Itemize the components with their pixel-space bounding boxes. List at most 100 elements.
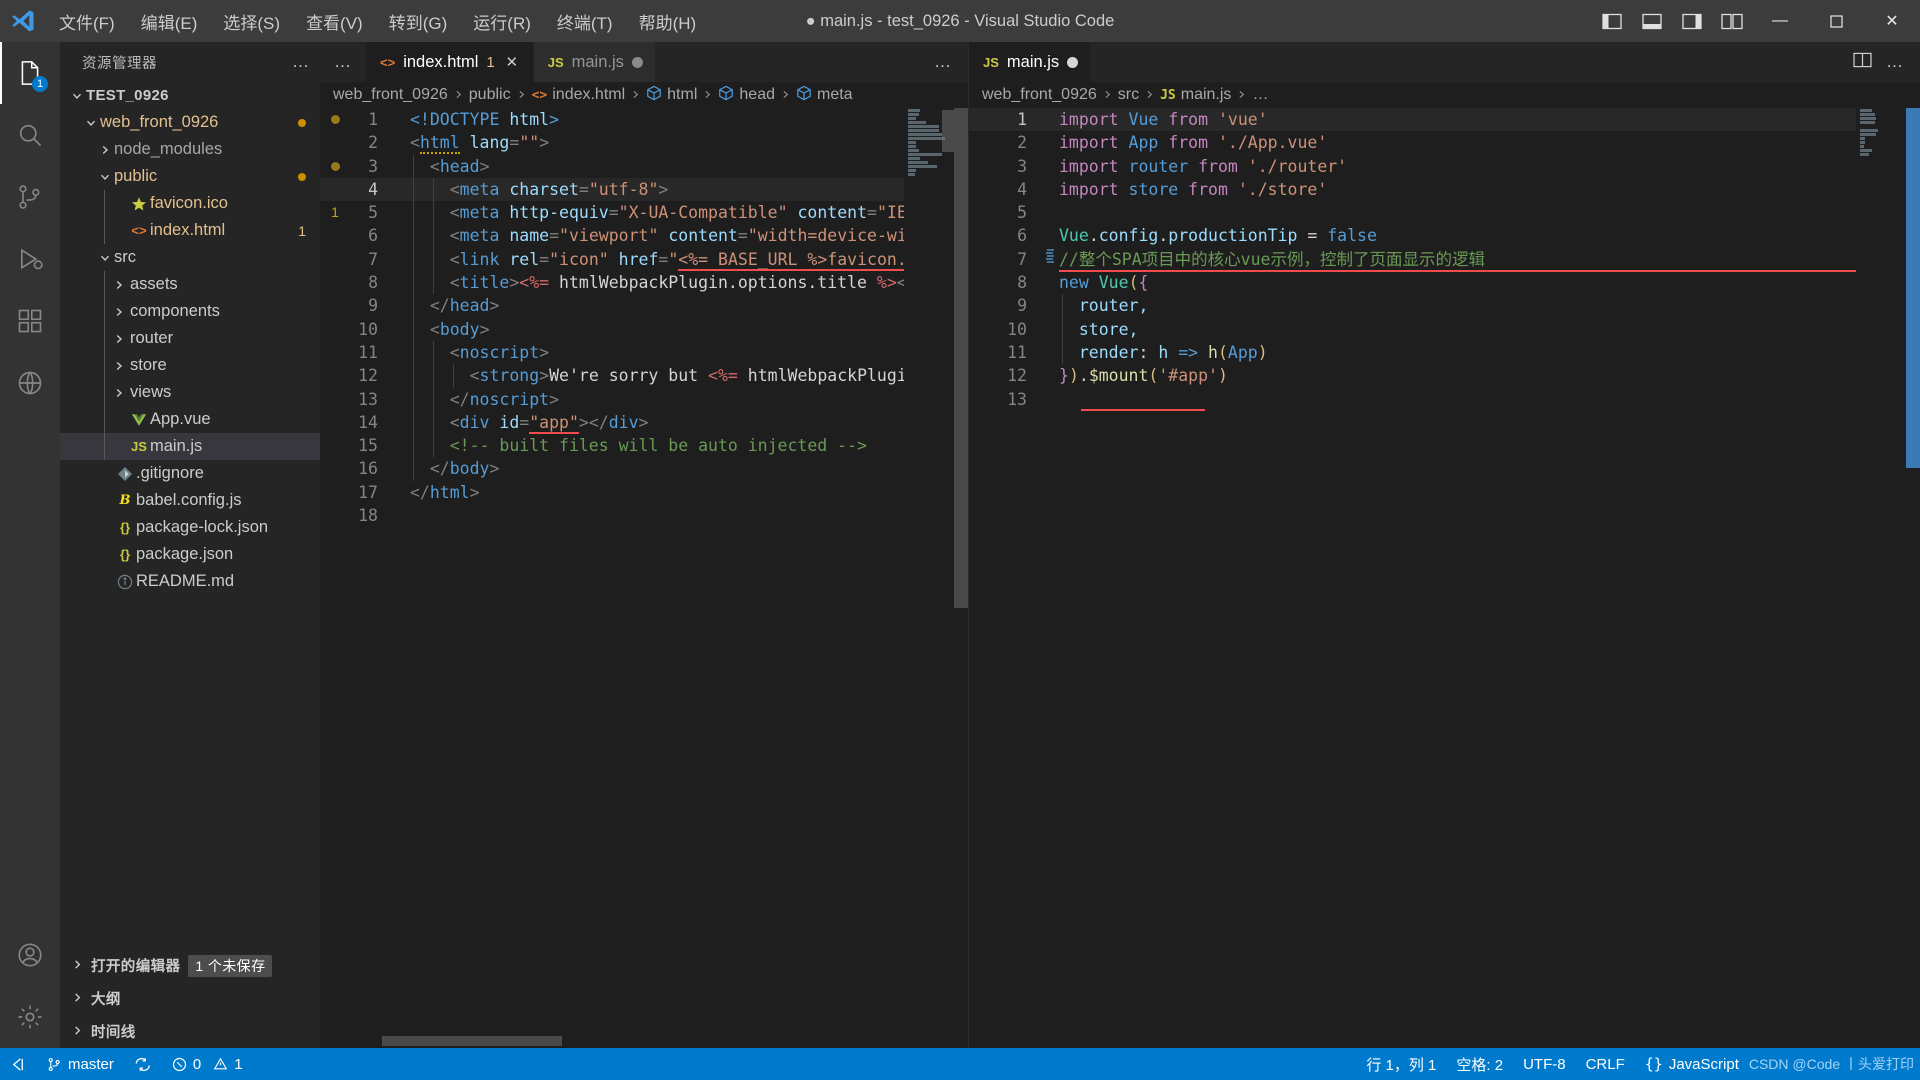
tree-file-item[interactable]: App.vue <box>60 406 320 433</box>
code-editor-left[interactable]: 1 <!DOCTYPE html> 2 <html lang=""> 3 <head> 4… <box>320 108 968 1048</box>
breadcrumb-item[interactable]: web_front_0926 <box>982 86 1097 104</box>
tab-close-icon[interactable]: ✕ <box>503 53 521 71</box>
tree-folder-item[interactable]: views <box>60 379 320 406</box>
tree-file-item[interactable]: favicon.ico <box>60 190 320 217</box>
tree-folder-item[interactable]: components <box>60 298 320 325</box>
status-cursor-position[interactable]: 行 1，列 1 <box>1356 1054 1446 1075</box>
code-line[interactable]: 17 </html> <box>320 481 968 504</box>
tree-file-item[interactable]: .gitignore <box>60 460 320 487</box>
code-line[interactable]: 9 </head> <box>320 294 968 318</box>
code-line[interactable]: 16 </body> <box>320 457 968 481</box>
code-line[interactable]: 6 Vue.config.productionTip = false <box>969 224 1920 247</box>
layout-sidebar-left-icon[interactable] <box>1592 0 1632 42</box>
chevron-down-icon[interactable] <box>96 171 114 183</box>
status-remote-host[interactable] <box>0 1048 37 1080</box>
vertical-scrollbar-left[interactable] <box>954 108 968 1048</box>
more-icon[interactable]: … <box>334 52 352 72</box>
chevron-down-icon[interactable] <box>96 252 114 264</box>
menu-terminal[interactable]: 终端(T) <box>544 0 626 42</box>
layout-sidebar-right-icon[interactable] <box>1672 0 1712 42</box>
activitybar-item-extensions[interactable] <box>0 290 60 352</box>
activitybar-item-remote-explorer[interactable] <box>0 352 60 414</box>
code-line[interactable]: 6 <meta name="viewport" content="width=d… <box>320 224 968 248</box>
status-indentation[interactable]: 空格: 2 <box>1446 1054 1513 1075</box>
activitybar-item-accounts[interactable] <box>0 924 60 986</box>
activitybar-item-manage-gear-icon[interactable] <box>0 986 60 1048</box>
code-line[interactable]: 13 <box>969 388 1920 412</box>
code-line[interactable]: 3 <head> <box>320 154 968 178</box>
editor-actions-more-icon[interactable]: … <box>934 52 952 72</box>
editor-actions-more-icon[interactable]: … <box>1886 52 1904 72</box>
code-line[interactable]: 1 <!DOCTYPE html> <box>320 108 968 131</box>
code-line[interactable]: 7 //整个SPA项目中的核心vue示例，控制了页面显示的逻辑 <box>969 248 1920 273</box>
horizontal-scrollbar-left[interactable] <box>320 1034 968 1048</box>
code-line[interactable]: 12 <strong>We're sorry but <%= htmlWebpa… <box>320 364 968 388</box>
chevron-right-icon[interactable] <box>110 306 128 318</box>
breadcrumb-item[interactable]: src <box>1118 86 1139 104</box>
activitybar-item-source-control[interactable] <box>0 166 60 228</box>
tree-folder-item[interactable]: node_modules <box>60 136 320 163</box>
code-line[interactable]: 1 import Vue from 'vue' <box>969 108 1920 132</box>
code-line[interactable]: 13 </noscript> <box>320 387 968 411</box>
window-minimize-button[interactable]: — <box>1752 0 1808 42</box>
tree-folder-item[interactable]: router <box>60 325 320 352</box>
tree-folder-item[interactable]: web_front_0926 <box>60 109 320 136</box>
breadcrumb-item[interactable]: html <box>646 85 697 106</box>
code-line[interactable]: 4 import store from './store' <box>969 178 1920 201</box>
status-encoding[interactable]: UTF-8 <box>1513 1056 1576 1073</box>
pane-outline[interactable]: 大纲 <box>60 982 320 1015</box>
tree-folder-item[interactable]: store <box>60 352 320 379</box>
breadcrumb-item[interactable]: head <box>718 85 775 106</box>
status-sync[interactable] <box>124 1048 162 1080</box>
code-line[interactable]: 1 5 <meta http-equiv="X-UA-Compatible" co… <box>320 201 968 225</box>
code-line[interactable]: 8 <title><%= htmlWebpackPlugin.options.t… <box>320 271 968 295</box>
status-eol[interactable]: CRLF <box>1576 1056 1635 1073</box>
code-line[interactable]: 7 <link rel="icon" href="<%= BASE_URL %>… <box>320 247 968 272</box>
tree-file-item[interactable]: {} package.json <box>60 541 320 568</box>
code-line[interactable]: 11 <noscript> <box>320 340 968 365</box>
tab-main-js-right[interactable]: JS main.js <box>969 42 1092 82</box>
code-line[interactable]: 2 import App from './App.vue' <box>969 131 1920 154</box>
code-line[interactable]: 10 <body> <box>320 317 968 341</box>
breadcrumb-item[interactable]: public <box>469 86 511 104</box>
tree-folder-item[interactable]: public <box>60 163 320 190</box>
menu-selection[interactable]: 选择(S) <box>210 0 293 42</box>
menu-go[interactable]: 转到(G) <box>376 0 461 42</box>
code-line[interactable]: 2 <html lang=""> <box>320 131 968 155</box>
tree-file-item[interactable]: README.md <box>60 568 320 595</box>
menu-view[interactable]: 查看(V) <box>293 0 376 42</box>
tree-root-item[interactable]: TEST_0926 <box>60 82 320 109</box>
breadcrumb-item[interactable]: web_front_0926 <box>333 86 448 104</box>
tabbar-more-actions-left[interactable]: … <box>320 42 366 82</box>
scrollbar-thumb[interactable] <box>382 1036 562 1046</box>
menu-edit[interactable]: 编辑(E) <box>128 0 211 42</box>
tree-file-item[interactable]: {} package-lock.json <box>60 514 320 541</box>
code-line[interactable]: 12}).$mount('#app') <box>969 364 1920 387</box>
menu-help[interactable]: 帮助(H) <box>626 0 710 42</box>
menu-run[interactable]: 运行(R) <box>460 0 544 42</box>
code-line[interactable]: 18 <box>320 504 968 527</box>
layout-grid-icon[interactable] <box>1712 0 1752 42</box>
code-line[interactable]: 14 <div id="app"></div> <box>320 410 968 435</box>
chevron-right-icon[interactable] <box>96 144 114 156</box>
sidebar-more-actions-icon[interactable]: … <box>292 52 310 72</box>
code-line[interactable]: 4 <meta charset="utf-8"> <box>320 177 968 202</box>
chevron-right-icon[interactable] <box>110 279 128 291</box>
status-language-mode[interactable]: {} JavaScript <box>1635 1055 1749 1073</box>
tree-file-item[interactable]: <> index.html 1 <box>60 217 320 244</box>
activitybar-item-explorer[interactable]: 1 <box>0 42 60 104</box>
chevron-right-icon[interactable] <box>110 387 128 399</box>
breadcrumb-item[interactable]: meta <box>796 85 853 106</box>
code-line[interactable]: 11 render: h => h(App) <box>969 340 1920 365</box>
code-line[interactable]: 5 <box>969 201 1920 224</box>
code-editor-right[interactable]: 1 import Vue from 'vue' 2 import App from '… <box>969 108 1920 1048</box>
minimap-slider[interactable] <box>942 110 954 152</box>
status-problems[interactable]: 0 1 <box>162 1048 253 1080</box>
layout-panel-icon[interactable] <box>1632 0 1672 42</box>
chevron-down-icon[interactable] <box>82 117 100 129</box>
status-branch[interactable]: master <box>37 1048 124 1080</box>
breadcrumb-item[interactable]: … <box>1252 86 1268 104</box>
pane-open-editors[interactable]: 打开的编辑器 1 个未保存 <box>60 949 320 982</box>
code-line[interactable]: 10 store, <box>969 317 1920 341</box>
split-editor-icon[interactable] <box>1853 52 1872 73</box>
